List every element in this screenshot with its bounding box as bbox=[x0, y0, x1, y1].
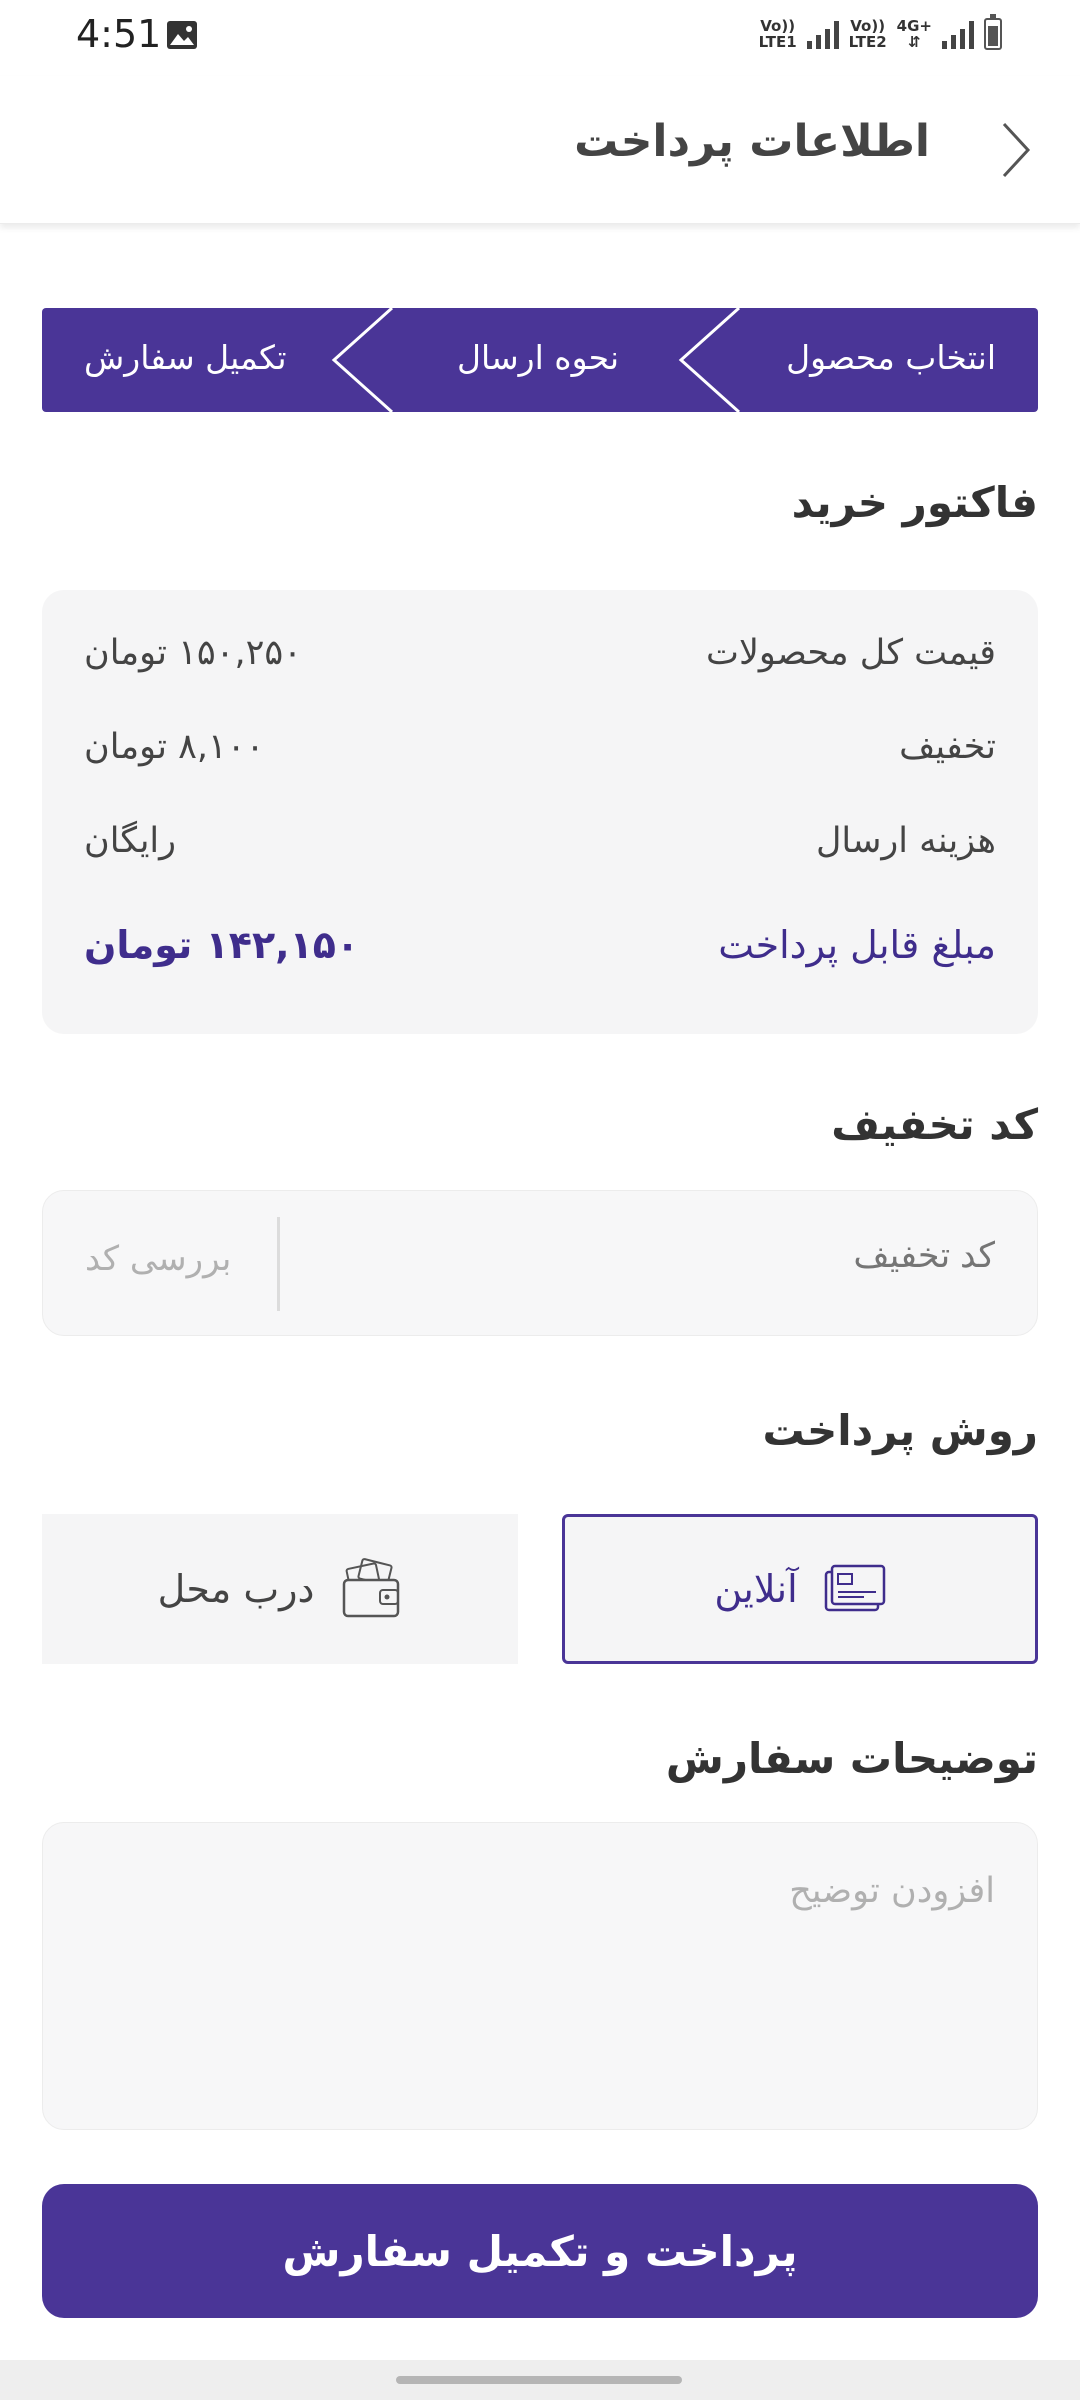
status-bar: 4:51 Vo)) LTE1 Vo)) LTE2 4G+ ⇵ bbox=[0, 0, 1080, 76]
step-shipping: نحوه ارسال bbox=[457, 338, 620, 377]
chevron-right-icon[interactable] bbox=[990, 118, 1040, 182]
payment-option-label: آنلاین bbox=[714, 1567, 798, 1611]
app-bar: اطلاعات پرداخت bbox=[0, 76, 1080, 224]
invoice-total-row: ۱۴۲,۱۵۰ تومان مبلغ قابل پرداخت bbox=[84, 920, 996, 970]
invoice-label: قیمت کل محصولات bbox=[706, 633, 996, 673]
checkout-stepper: انتخاب محصول نحوه ارسال تکمیل سفارش bbox=[42, 308, 1038, 412]
network-type-label: 4G+ ⇵ bbox=[896, 17, 932, 51]
home-indicator[interactable] bbox=[396, 2376, 682, 2384]
card-icon bbox=[824, 1564, 885, 1612]
gallery-icon bbox=[167, 21, 197, 49]
discount-title: کد تخفیف bbox=[831, 1100, 1038, 1149]
invoice-row: رایگان هزینه ارسال bbox=[84, 816, 996, 866]
network-label-sim2: Vo)) LTE2 bbox=[848, 17, 887, 51]
discount-code-input[interactable] bbox=[347, 1235, 997, 1277]
status-time: 4:51 bbox=[76, 12, 162, 56]
order-notes-textarea[interactable]: افزودن توضیح bbox=[42, 1822, 1038, 2130]
signal-icon bbox=[942, 19, 974, 49]
pay-and-complete-button[interactable]: پرداخت و تکمیل سفارش bbox=[42, 2184, 1038, 2318]
invoice-row: ۸,۱۰۰ تومان تخفیف bbox=[84, 722, 996, 772]
invoice-total-label: مبلغ قابل پرداخت bbox=[718, 923, 996, 967]
discount-box: بررسی کد bbox=[42, 1190, 1038, 1336]
payment-method-title: روش پرداخت bbox=[762, 1406, 1038, 1455]
payment-option-label: درب محل bbox=[157, 1567, 315, 1611]
invoice-value: ۱۵۰,۲۵۰ تومان bbox=[84, 633, 302, 673]
invoice-row: ۱۵۰,۲۵۰ تومان قیمت کل محصولات bbox=[84, 628, 996, 678]
step-complete-order: تکمیل سفارش bbox=[84, 338, 287, 377]
payment-option-online[interactable]: آنلاین bbox=[562, 1514, 1038, 1664]
invoice-label: تخفیف bbox=[899, 727, 996, 767]
notes-placeholder: افزودن توضیح bbox=[789, 1871, 995, 1911]
order-notes-title: توضیحات سفارش bbox=[665, 1734, 1038, 1783]
page-title: اطلاعات پرداخت bbox=[574, 116, 930, 167]
step-select-product: انتخاب محصول bbox=[786, 338, 996, 377]
invoice-title: فاکتور خرید bbox=[791, 478, 1038, 527]
payment-option-cash-on-delivery[interactable]: درب محل bbox=[42, 1514, 518, 1664]
invoice-card: ۱۵۰,۲۵۰ تومان قیمت کل محصولات ۸,۱۰۰ توما… bbox=[42, 590, 1038, 1034]
invoice-total-value: ۱۴۲,۱۵۰ تومان bbox=[84, 923, 360, 967]
invoice-value: ۸,۱۰۰ تومان bbox=[84, 727, 265, 767]
step-separator-icon bbox=[678, 308, 741, 412]
wallet-icon bbox=[343, 1558, 400, 1618]
step-separator-icon bbox=[331, 308, 394, 412]
network-label-sim1: Vo)) LTE1 bbox=[758, 17, 797, 51]
navigation-bar bbox=[0, 2360, 1080, 2400]
check-code-button[interactable]: بررسی کد bbox=[85, 1239, 231, 1279]
divider bbox=[277, 1217, 280, 1311]
signal-icon bbox=[806, 19, 839, 49]
invoice-label: هزینه ارسال bbox=[815, 821, 996, 861]
status-indicators: Vo)) LTE1 Vo)) LTE2 4G+ ⇵ bbox=[758, 14, 1002, 51]
battery-icon bbox=[984, 14, 1002, 50]
invoice-value: رایگان bbox=[84, 821, 177, 861]
